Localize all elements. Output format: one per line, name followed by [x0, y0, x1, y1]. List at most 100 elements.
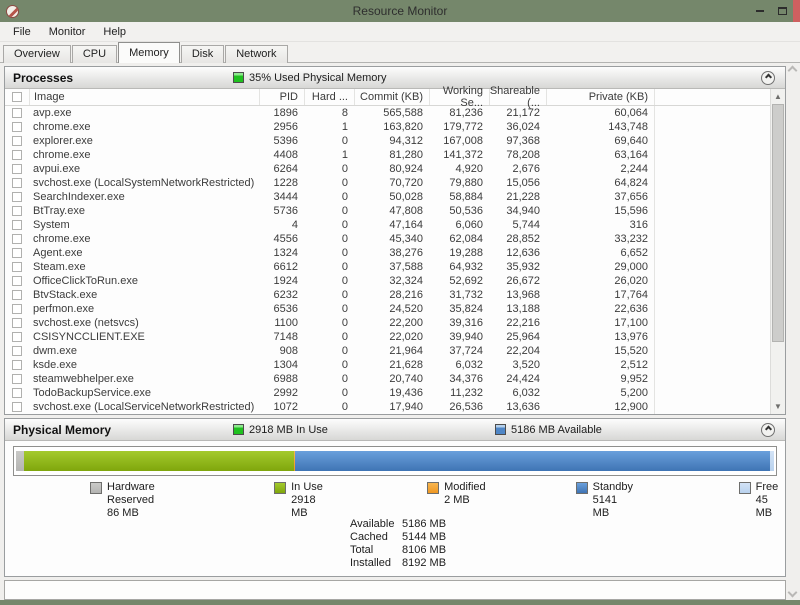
cell-working: 37,724: [429, 345, 489, 357]
column-header-hard[interactable]: Hard ...: [304, 89, 354, 105]
table-row[interactable]: dwm.exe908021,96437,72422,20415,520: [5, 344, 769, 358]
row-checkbox[interactable]: [12, 262, 22, 272]
table-row[interactable]: Agent.exe1324038,27619,28812,6366,652: [5, 246, 769, 260]
table-row[interactable]: svchost.exe (netsvcs)1100022,20039,31622…: [5, 316, 769, 330]
cell-pid: 2956: [259, 121, 304, 133]
cell-commit: 50,028: [354, 191, 429, 203]
table-row[interactable]: System4047,1646,0605,744316: [5, 218, 769, 232]
row-checkbox[interactable]: [12, 374, 22, 384]
row-checkbox-cell: [5, 276, 29, 286]
scroll-up-icon[interactable]: ▲: [771, 89, 785, 104]
bar-segment-free: [770, 451, 774, 471]
table-row[interactable]: BtvStack.exe6232028,21631,73213,96817,76…: [5, 288, 769, 302]
cell-pid: 7148: [259, 331, 304, 343]
row-checkbox[interactable]: [12, 248, 22, 258]
scrollbar-track[interactable]: [771, 342, 785, 399]
table-row[interactable]: chrome.exe4556045,34062,08428,85233,232: [5, 232, 769, 246]
cell-image: steamwebhelper.exe: [29, 373, 259, 385]
cell-working: 50,536: [429, 205, 489, 217]
table-row[interactable]: Steam.exe6612037,58864,93235,93229,000: [5, 260, 769, 274]
table-row[interactable]: avp.exe18968565,58881,23621,17260,064: [5, 106, 769, 120]
row-checkbox[interactable]: [12, 276, 22, 286]
table-row[interactable]: BtTray.exe5736047,80850,53634,94015,596: [5, 204, 769, 218]
table-row[interactable]: avpui.exe6264080,9244,9202,6762,244: [5, 162, 769, 176]
row-checkbox[interactable]: [12, 388, 22, 398]
menu-help[interactable]: Help: [94, 24, 135, 40]
column-header-shareable[interactable]: Shareable (...: [489, 89, 546, 105]
physical-memory-collapse-button[interactable]: [761, 423, 775, 437]
tab-cpu[interactable]: CPU: [72, 45, 117, 63]
minimize-button[interactable]: [749, 2, 771, 20]
tab-overview[interactable]: Overview: [3, 45, 71, 63]
table-row[interactable]: ksde.exe1304021,6286,0323,5202,512: [5, 358, 769, 372]
tab-memory[interactable]: Memory: [118, 42, 180, 63]
row-spacer: [654, 288, 769, 302]
cell-image: OfficeClickToRun.exe: [29, 275, 259, 287]
window-controls: [749, 0, 800, 22]
table-row[interactable]: svchost.exe (LocalServiceNetworkRestrict…: [5, 400, 769, 414]
table-row[interactable]: steamwebhelper.exe6988020,74034,37624,42…: [5, 372, 769, 386]
table-row[interactable]: CSISYNCCLIENT.EXE7148022,02039,94025,964…: [5, 330, 769, 344]
column-header-private[interactable]: Private (KB): [546, 89, 654, 105]
row-checkbox[interactable]: [12, 360, 22, 370]
row-checkbox[interactable]: [12, 332, 22, 342]
tab-network[interactable]: Network: [225, 45, 287, 63]
row-checkbox[interactable]: [12, 178, 22, 188]
row-checkbox[interactable]: [12, 150, 22, 160]
row-checkbox[interactable]: [12, 220, 22, 230]
row-checkbox[interactable]: [12, 304, 22, 314]
table-row[interactable]: OfficeClickToRun.exe1924032,32452,69226,…: [5, 274, 769, 288]
cell-image: svchost.exe (netsvcs): [29, 317, 259, 329]
row-spacer: [654, 386, 769, 400]
table-row[interactable]: SearchIndexer.exe3444050,02858,88421,228…: [5, 190, 769, 204]
row-spacer: [654, 148, 769, 162]
table-row[interactable]: TodoBackupService.exe2992019,43611,2326,…: [5, 386, 769, 400]
pane-scroll-up-icon[interactable]: [788, 66, 798, 76]
row-checkbox[interactable]: [12, 318, 22, 328]
legend-item-in-use: In Use2918 MB: [274, 481, 332, 511]
cell-hard: 0: [304, 233, 354, 245]
row-checkbox-cell: [5, 388, 29, 398]
tab-disk[interactable]: Disk: [181, 45, 224, 63]
cell-hard: 0: [304, 135, 354, 147]
in-use-status: 2918 MB In Use: [233, 424, 328, 436]
row-checkbox[interactable]: [12, 402, 22, 412]
row-checkbox-cell: [5, 248, 29, 258]
row-checkbox[interactable]: [12, 108, 22, 118]
legend-value: 5141 MB: [593, 494, 634, 520]
row-checkbox[interactable]: [12, 122, 22, 132]
row-checkbox-cell: [5, 164, 29, 174]
select-all-checkbox[interactable]: [12, 92, 22, 102]
maximize-button[interactable]: [771, 2, 793, 20]
row-checkbox[interactable]: [12, 234, 22, 244]
cell-commit: 22,020: [354, 331, 429, 343]
cell-pid: 2992: [259, 387, 304, 399]
row-checkbox[interactable]: [12, 290, 22, 300]
column-header-pid[interactable]: PID: [259, 89, 304, 105]
cell-pid: 6612: [259, 261, 304, 273]
scroll-down-icon[interactable]: ▼: [771, 399, 785, 414]
menu-file[interactable]: File: [4, 24, 40, 40]
cell-hard: 0: [304, 261, 354, 273]
table-row[interactable]: explorer.exe5396094,312167,00897,36869,6…: [5, 134, 769, 148]
table-row[interactable]: svchost.exe (LocalSystemNetworkRestricte…: [5, 176, 769, 190]
column-header-commit[interactable]: Commit (KB): [354, 89, 429, 105]
menu-monitor[interactable]: Monitor: [40, 24, 95, 40]
row-checkbox[interactable]: [12, 346, 22, 356]
table-scrollbar[interactable]: ▲ ▼: [770, 89, 785, 414]
cell-hard: 0: [304, 303, 354, 315]
row-checkbox[interactable]: [12, 136, 22, 146]
table-row[interactable]: perfmon.exe6536024,52035,82413,18822,636: [5, 302, 769, 316]
legend-value: 2918 MB: [291, 494, 332, 520]
processes-collapse-button[interactable]: [761, 71, 775, 85]
table-row[interactable]: chrome.exe4408181,280141,37278,20863,164: [5, 148, 769, 162]
scrollbar-thumb[interactable]: [772, 104, 784, 342]
table-row[interactable]: chrome.exe29561163,820179,77236,024143,7…: [5, 120, 769, 134]
row-checkbox[interactable]: [12, 164, 22, 174]
row-checkbox[interactable]: [12, 206, 22, 216]
close-button[interactable]: [793, 0, 800, 22]
column-header-working[interactable]: Working Se...: [429, 89, 489, 105]
row-checkbox[interactable]: [12, 192, 22, 202]
column-header-image[interactable]: Image: [29, 89, 259, 105]
pane-scrollbar[interactable]: [787, 67, 798, 596]
